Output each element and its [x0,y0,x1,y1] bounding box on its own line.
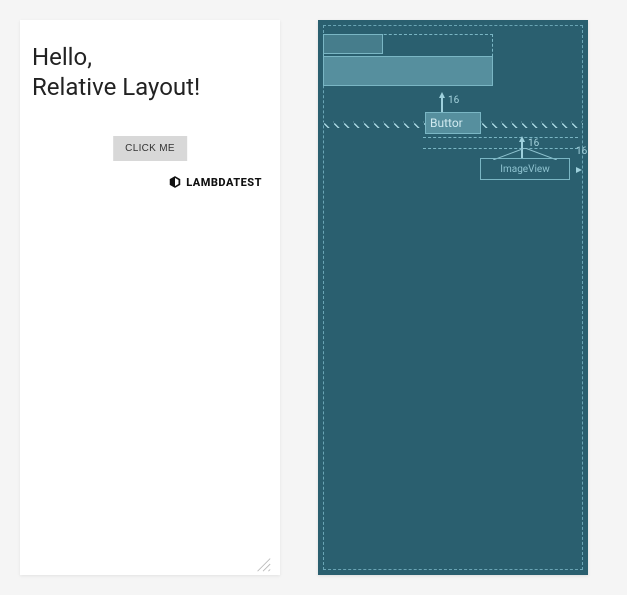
blueprint-title-line2[interactable] [323,56,493,86]
title-text: Hello, Relative Layout! [32,42,268,102]
blueprint-button-label: Buttor [430,116,463,130]
constraint-line [441,98,443,112]
blueprint-button[interactable]: Buttor [425,112,481,134]
title-line1: Hello, [32,43,92,71]
constraint-spring-left [323,118,425,128]
brand-logo: LAMBDATEST [168,175,262,189]
click-me-button[interactable]: CLICK ME [113,136,187,161]
resize-handle-icon [254,555,272,573]
title-line2: Relative Layout! [32,73,200,101]
blueprint-imageview-label: ImageView [500,164,549,175]
constraint-spring-right [481,118,583,128]
blueprint-imageview[interactable]: ImageView [480,158,570,180]
blueprint-panel: 16 Buttor 16 16 ImageView [318,20,588,575]
brand-icon [168,175,182,189]
blueprint-margin-border [323,25,583,570]
brand-text: LAMBDATEST [186,176,262,189]
arrow-right-icon [576,167,582,173]
margin-value-image-end: 16 [576,146,587,157]
margin-value-button-top: 16 [448,95,459,106]
preview-panel: Hello, Relative Layout! CLICK ME LAMBDAT… [20,20,280,575]
blueprint-title-line1[interactable] [323,34,383,54]
